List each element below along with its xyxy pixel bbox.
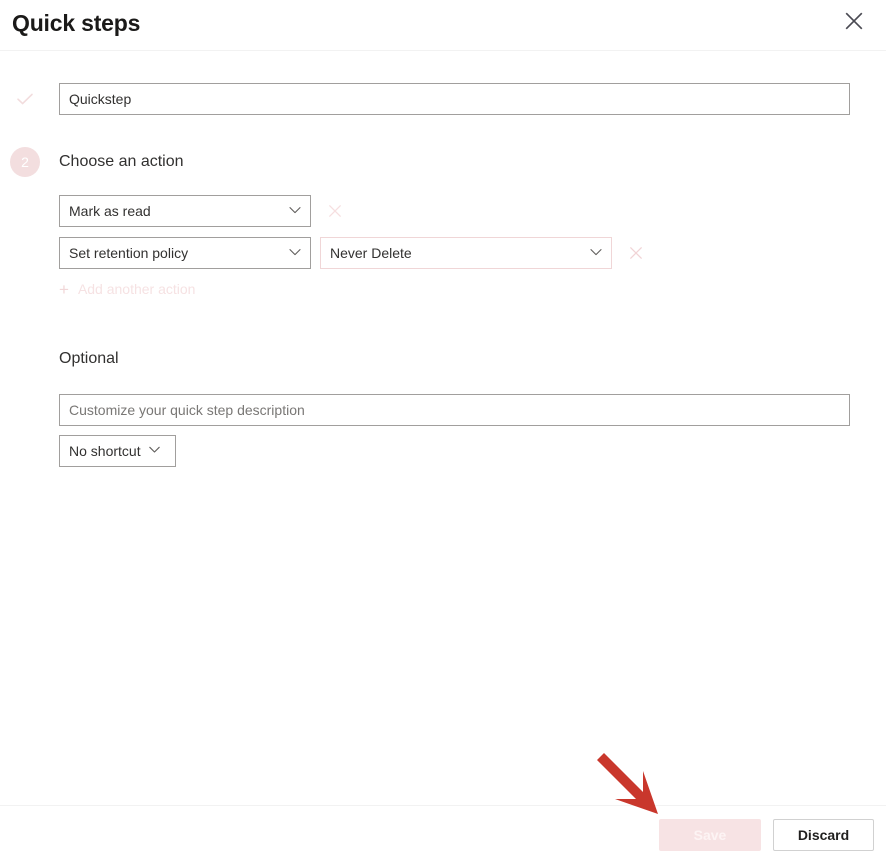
remove-action-button-1[interactable]: [319, 195, 351, 227]
shortcut-select-label: No shortcut: [69, 443, 141, 459]
step-2-indicator: 2: [10, 147, 40, 177]
shortcut-select[interactable]: No shortcut: [59, 435, 176, 467]
action-select-1[interactable]: Mark as read: [59, 195, 311, 227]
description-input[interactable]: [59, 394, 850, 426]
optional-heading: Optional: [59, 350, 119, 367]
choose-action-heading: Choose an action: [59, 153, 184, 170]
close-icon: [327, 203, 343, 219]
page-title: Quick steps: [12, 10, 141, 36]
dialog-header: Quick steps: [0, 0, 886, 51]
close-icon: [843, 10, 865, 32]
add-another-action-button[interactable]: + Add another action: [59, 275, 195, 303]
save-button[interactable]: Save: [659, 819, 761, 851]
chevron-down-icon: [589, 245, 603, 262]
remove-action-button-2[interactable]: [620, 237, 652, 269]
quickstep-name-input[interactable]: [59, 83, 850, 115]
action-select-2[interactable]: Set retention policy: [59, 237, 311, 269]
plus-icon: +: [59, 279, 69, 299]
action-select-1-label: Mark as read: [69, 203, 151, 219]
checkmark-icon: [14, 88, 36, 110]
add-another-action-label: Add another action: [77, 281, 196, 297]
chevron-down-icon: [288, 245, 302, 262]
dialog-body: 2 Choose an action Mark as read Set rete…: [0, 51, 886, 805]
step-1-indicator: [10, 84, 40, 114]
retention-policy-label: Never Delete: [330, 245, 412, 261]
close-icon: [628, 245, 644, 261]
action-select-2-label: Set retention policy: [69, 245, 189, 261]
chevron-down-icon: [288, 203, 302, 220]
retention-policy-select[interactable]: Never Delete: [320, 237, 612, 269]
chevron-down-icon: [148, 443, 161, 459]
step-2-number: 2: [21, 154, 29, 170]
discard-button[interactable]: Discard: [773, 819, 874, 851]
dialog-footer: Save Discard: [0, 805, 886, 863]
close-button[interactable]: [836, 3, 872, 39]
